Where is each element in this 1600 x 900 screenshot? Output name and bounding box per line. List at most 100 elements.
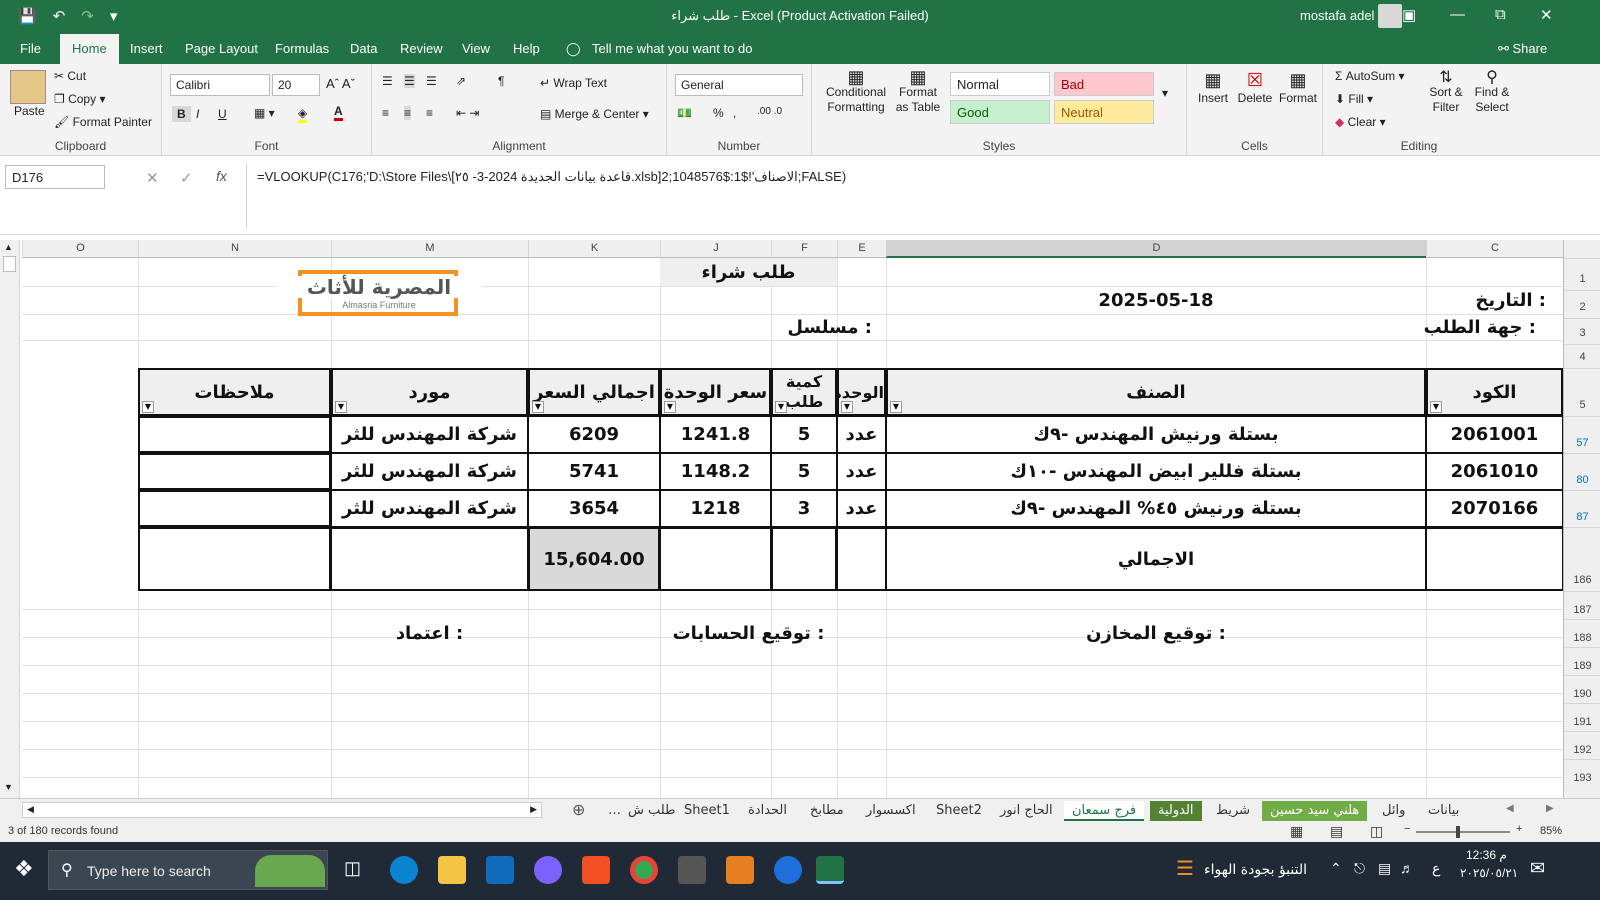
header-supplier[interactable]: مورد ▼ [331,368,528,416]
user-name[interactable]: mostafa adel [1300,8,1374,23]
table-cell[interactable]: 1148.2 [660,453,771,490]
sheet-tab[interactable]: الحدادة [740,801,795,821]
table-cell[interactable]: 1218 [660,490,771,527]
minimize-icon[interactable]: — [1450,6,1465,23]
network-icon[interactable]: ▤ [1378,860,1391,877]
zoom-in-icon[interactable]: + [1516,823,1522,835]
table-cell[interactable]: 3654 [528,490,660,527]
tab-view[interactable]: View [462,41,490,56]
outlook-icon[interactable] [486,856,514,884]
sheet-tab[interactable]: طلب ش [620,801,683,821]
wrap-text-button[interactable]: ↵ Wrap Text [540,76,607,90]
table-cell[interactable]: 2061001 [1426,416,1563,453]
sheet-tab[interactable]: الحاج انور [992,801,1061,821]
table-cell[interactable]: عدد [837,453,886,490]
row-header[interactable]: 80 [1564,453,1600,490]
table-cell[interactable]: 2061010 [1426,453,1563,490]
column-header[interactable]: N [138,240,331,258]
tab-review[interactable]: Review [400,41,443,56]
row-header[interactable]: 191 [1564,703,1600,731]
row-header[interactable]: 189 [1564,647,1600,675]
usb-icon[interactable]: ⎋ [1354,860,1365,877]
table-cell[interactable]: 3 [771,490,837,527]
insert-cells-button[interactable]: ▦ Insert [1197,70,1229,105]
total-row-blank[interactable] [1426,527,1563,591]
zoom-slider-thumb[interactable] [1456,826,1460,838]
date-label[interactable]: التاريخ : [1426,286,1546,314]
share-button[interactable]: ⚯ Share [1498,41,1547,57]
volume-icon[interactable]: ♬ [1400,860,1414,876]
autosum-button[interactable]: Σ AutoSum ▾ [1335,69,1404,83]
table-cell[interactable]: 5 [771,416,837,453]
sheet-tab[interactable]: Sheet1 [676,801,738,821]
percent-icon[interactable]: % [713,106,724,120]
approval-label[interactable]: اعتماد : [331,619,528,647]
align-right-icon[interactable]: ≡ [426,106,433,120]
zoom-out-icon[interactable]: − [1404,823,1410,835]
merge-center-button[interactable]: ▤ Merge & Center ▾ [540,107,649,121]
vertical-scrollbar[interactable]: ▲ ▼ [0,240,20,798]
table-cell[interactable]: بستلة فللير ابيض المهندس -١٠ك [886,453,1426,490]
sheet-tab[interactable]: اكسسوار [858,801,924,821]
worksheet[interactable]: طلب شراء المصرية للأثاث Almasria Furnitu… [22,258,1563,798]
font-color-icon[interactable]: A [334,104,343,121]
page-layout-view-icon[interactable]: ▤ [1330,823,1343,840]
page-break-view-icon[interactable]: ◫ [1370,823,1383,840]
column-header[interactable]: D [886,240,1426,258]
tab-help[interactable]: Help [513,41,540,56]
table-cell[interactable]: عدد [837,416,886,453]
fill-button[interactable]: ⬇ Fill ▾ [1335,92,1373,106]
column-header[interactable]: K [528,240,660,258]
sheet-tab[interactable]: الدولية [1150,801,1202,821]
total-label[interactable]: الاجمالي [886,527,1426,591]
taskbar-search[interactable]: ⚲ Type here to search [48,850,328,890]
avatar[interactable] [1378,4,1402,28]
row-header[interactable]: 186 [1564,527,1600,591]
row-header[interactable]: 193 [1564,759,1600,787]
table-cell[interactable]: 2070166 [1426,490,1563,527]
name-box[interactable]: D176 [5,165,105,189]
app-icon[interactable] [774,856,802,884]
copilot-icon[interactable] [534,856,562,884]
sheet-tab[interactable]: Sheet2 [928,801,990,821]
filter-icon[interactable]: ▼ [841,401,853,413]
tab-scroll-right-icon[interactable]: ▶ [1546,803,1554,814]
add-sheet-icon[interactable]: ⊕ [572,800,585,820]
store-icon[interactable] [582,856,610,884]
department-label[interactable]: جهة الطلب : [1412,314,1536,340]
formula-input[interactable]: =VLOOKUP(C176;'D:\Store Files\[٢٥ -3-قاع… [246,163,1566,229]
currency-icon[interactable]: 💵 [677,106,692,120]
align-left-icon[interactable]: ≡ [382,106,389,120]
style-normal[interactable]: Normal [950,72,1050,96]
restore-icon[interactable]: ⧉ [1495,6,1506,23]
zoom-level[interactable]: 85% [1540,825,1562,837]
underline-button[interactable]: U [218,107,227,121]
tab-data[interactable]: Data [350,41,377,56]
paste-icon[interactable] [10,70,46,104]
column-header[interactable]: O [22,240,138,258]
enter-icon[interactable]: ✓ [180,169,193,187]
style-bad[interactable]: Bad [1054,72,1154,96]
task-view-icon[interactable]: ◫ [344,858,361,879]
table-cell[interactable]: 5 [771,453,837,490]
orientation-icon[interactable]: ⇗ [456,74,466,88]
close-icon[interactable]: ✕ [1540,6,1553,24]
filter-icon[interactable]: ▼ [775,401,787,413]
filter-icon[interactable]: ▼ [890,401,902,413]
normal-view-icon[interactable]: ▦ [1290,823,1303,840]
bottom-align-icon[interactable]: ☰ [426,74,437,88]
cancel-icon[interactable]: ✕ [146,169,159,187]
excel-icon[interactable] [816,856,844,884]
format-cells-button[interactable]: ▦ Format [1279,70,1317,105]
header-item[interactable]: الصنف ▼ [886,368,1426,416]
filter-icon[interactable]: ▼ [532,401,544,413]
row-header[interactable]: 3 [1564,318,1600,344]
filter-icon[interactable]: ▼ [142,401,154,413]
tab-file[interactable]: File [20,41,41,56]
row-header[interactable]: 4 [1564,344,1600,368]
column-header[interactable]: C [1426,240,1563,258]
edge-icon[interactable] [390,856,418,884]
file-explorer-icon[interactable] [438,856,466,884]
number-format-select[interactable]: General [675,74,803,96]
chrome-icon[interactable] [630,856,658,884]
